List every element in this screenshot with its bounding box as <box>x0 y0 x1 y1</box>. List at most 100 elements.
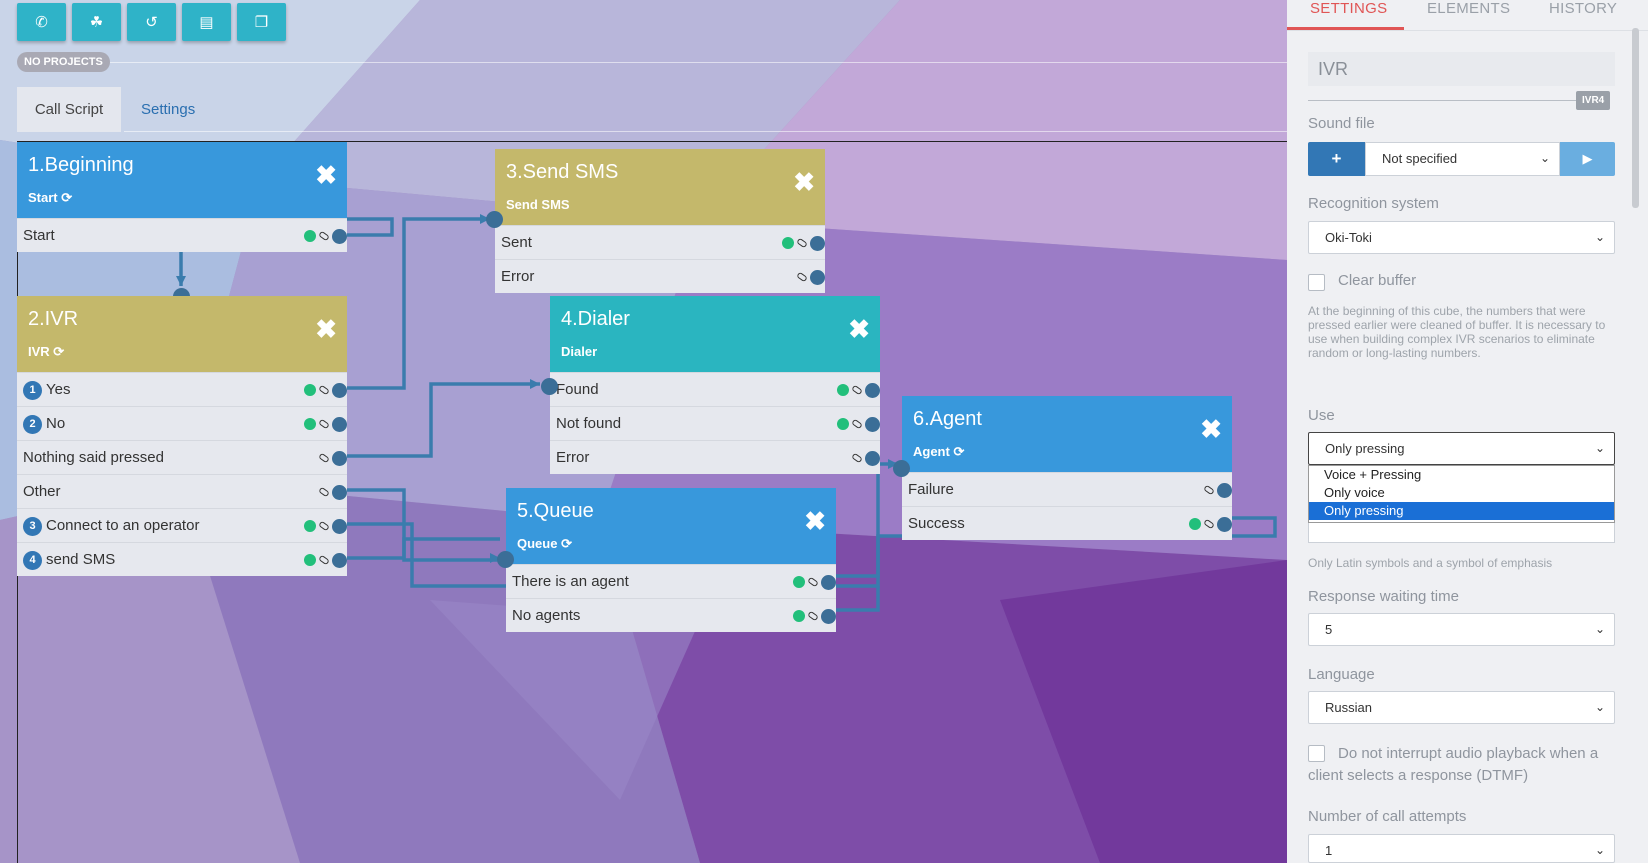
cube-type: Queue ⟳ <box>517 536 572 551</box>
link-icon <box>318 486 330 498</box>
cube-type: Dialer <box>561 344 598 359</box>
text-input[interactable] <box>1308 523 1615 543</box>
output-port[interactable] <box>332 553 347 568</box>
status-dot <box>304 230 316 242</box>
cube-send-sms[interactable]: 3.Send SMS Send SMS ✖ Sent Error <box>495 149 825 293</box>
cube-ivr[interactable]: 2.IVR IVR ⟳ ✖ 1 Yes 2 No Nothing said presse… <box>17 296 347 576</box>
status-dot <box>793 610 805 622</box>
output-port[interactable] <box>810 236 825 251</box>
cube-output-row: 2 No <box>17 406 347 440</box>
settings-panel: SETTINGS ELEMENTS HISTORY IVR IVR4 Sound… <box>1287 0 1648 863</box>
output-port[interactable] <box>810 270 825 285</box>
output-label: There is an agent <box>512 573 629 590</box>
use-dropdown: Voice + Pressing Only voice Only pressin… <box>1308 465 1615 523</box>
cube-beginning[interactable]: 1.Beginning Start ⟳ ✖ Start <box>17 142 347 252</box>
close-icon[interactable]: ✖ <box>804 508 826 534</box>
chevron-down-icon: ⌄ <box>1539 151 1550 165</box>
output-port[interactable] <box>332 519 347 534</box>
refresh-icon[interactable]: ⟳ <box>561 536 572 551</box>
output-port[interactable] <box>865 417 880 432</box>
output-port[interactable] <box>332 451 347 466</box>
output-port[interactable] <box>821 609 836 624</box>
copy-button[interactable]: ❐ <box>237 3 286 41</box>
close-icon[interactable]: ✖ <box>315 316 337 342</box>
history-button[interactable]: ↺ <box>127 3 176 41</box>
close-icon[interactable]: ✖ <box>793 169 815 195</box>
panel-scrollbar[interactable] <box>1632 28 1639 208</box>
refresh-icon[interactable]: ⟳ <box>61 190 72 205</box>
output-port[interactable] <box>821 575 836 590</box>
sound-file-select[interactable]: Not specified ⌄ <box>1365 142 1560 176</box>
attempts-select[interactable]: 1 ⌄ <box>1308 834 1615 863</box>
output-label: Found <box>556 381 599 398</box>
wait-time-select[interactable]: 5 ⌄ <box>1308 613 1615 646</box>
output-port[interactable] <box>332 485 347 500</box>
use-option[interactable]: Voice + Pressing <box>1309 466 1614 484</box>
output-port[interactable] <box>332 229 347 244</box>
input-port[interactable] <box>893 460 910 477</box>
play-button[interactable]: ▶ <box>1560 142 1615 176</box>
recognition-label: Recognition system <box>1308 195 1439 212</box>
clear-buffer-checkbox[interactable] <box>1308 274 1325 291</box>
phone-button[interactable]: ✆ <box>17 3 66 41</box>
use-option-selected[interactable]: Only pressing <box>1309 502 1614 520</box>
divider <box>124 131 1287 132</box>
output-port[interactable] <box>332 383 347 398</box>
add-sound-button[interactable]: + <box>1308 142 1365 176</box>
close-icon[interactable]: ✖ <box>848 316 870 342</box>
link-icon <box>807 610 819 622</box>
network-button[interactable]: ☘ <box>72 3 121 41</box>
tab-call-script[interactable]: Call Script <box>17 87 121 132</box>
panel-tab-settings[interactable]: SETTINGS <box>1310 0 1387 17</box>
output-port[interactable] <box>1217 483 1232 498</box>
panel-tab-elements[interactable]: ELEMENTS <box>1427 0 1510 17</box>
use-label: Use <box>1308 407 1335 424</box>
input-port[interactable] <box>497 551 514 568</box>
tab-settings[interactable]: Settings <box>124 87 212 132</box>
link-icon <box>1203 484 1215 496</box>
cube-id-badge: IVR4 <box>1576 91 1611 110</box>
panel-tab-history[interactable]: HISTORY <box>1549 0 1617 17</box>
status-dot <box>304 554 316 566</box>
cube-queue[interactable]: 5.Queue Queue ⟳ ✖ There is an agent No age… <box>506 488 836 632</box>
recognition-select[interactable]: Oki-Toki ⌄ <box>1308 221 1615 254</box>
cube-output-row: No agents <box>506 598 836 632</box>
option-number: 2 <box>23 415 42 434</box>
refresh-icon[interactable]: ⟳ <box>53 344 64 359</box>
input-port[interactable] <box>541 378 558 395</box>
cube-output-row: Error <box>495 259 825 293</box>
link-icon <box>318 520 330 532</box>
output-port[interactable] <box>1217 517 1232 532</box>
option-number: 3 <box>23 517 42 536</box>
refresh-icon[interactable]: ⟳ <box>953 444 964 459</box>
cube-output-row: 4 send SMS <box>17 542 347 576</box>
cube-output-row: 1 Yes <box>17 372 347 406</box>
output-label: No agents <box>512 607 581 624</box>
link-icon <box>851 384 863 396</box>
cube-name-input[interactable]: IVR <box>1308 52 1615 86</box>
use-select[interactable]: Only pressing ⌄ <box>1308 432 1615 465</box>
language-select[interactable]: Russian ⌄ <box>1308 691 1615 724</box>
input-port[interactable] <box>486 211 503 228</box>
copy-icon: ❐ <box>254 14 269 31</box>
output-port[interactable] <box>332 417 347 432</box>
close-icon[interactable]: ✖ <box>1200 416 1222 442</box>
cube-agent[interactable]: 6.Agent Agent ⟳ ✖ Failure Success <box>902 396 1232 540</box>
status-dot <box>837 384 849 396</box>
option-number: 1 <box>23 381 42 400</box>
chevron-down-icon: ⌄ <box>1594 622 1605 636</box>
link-icon <box>318 384 330 396</box>
output-port[interactable] <box>865 451 880 466</box>
status-dot <box>304 418 316 430</box>
use-option[interactable]: Only voice <box>1309 484 1614 502</box>
latin-note: Only Latin symbols and a symbol of empha… <box>1308 556 1553 570</box>
close-icon[interactable]: ✖ <box>315 162 337 188</box>
cube-output-row: 3 Connect to an operator <box>17 508 347 542</box>
output-port[interactable] <box>865 383 880 398</box>
cube-dialer[interactable]: 4.Dialer Dialer ✖ Found Not found Error <box>550 296 880 474</box>
project-badge[interactable]: NO PROJECTS <box>17 52 110 72</box>
divider <box>1287 30 1648 31</box>
link-icon <box>318 230 330 242</box>
output-label: Error <box>556 449 590 466</box>
document-button[interactable]: ▤ <box>182 3 231 41</box>
